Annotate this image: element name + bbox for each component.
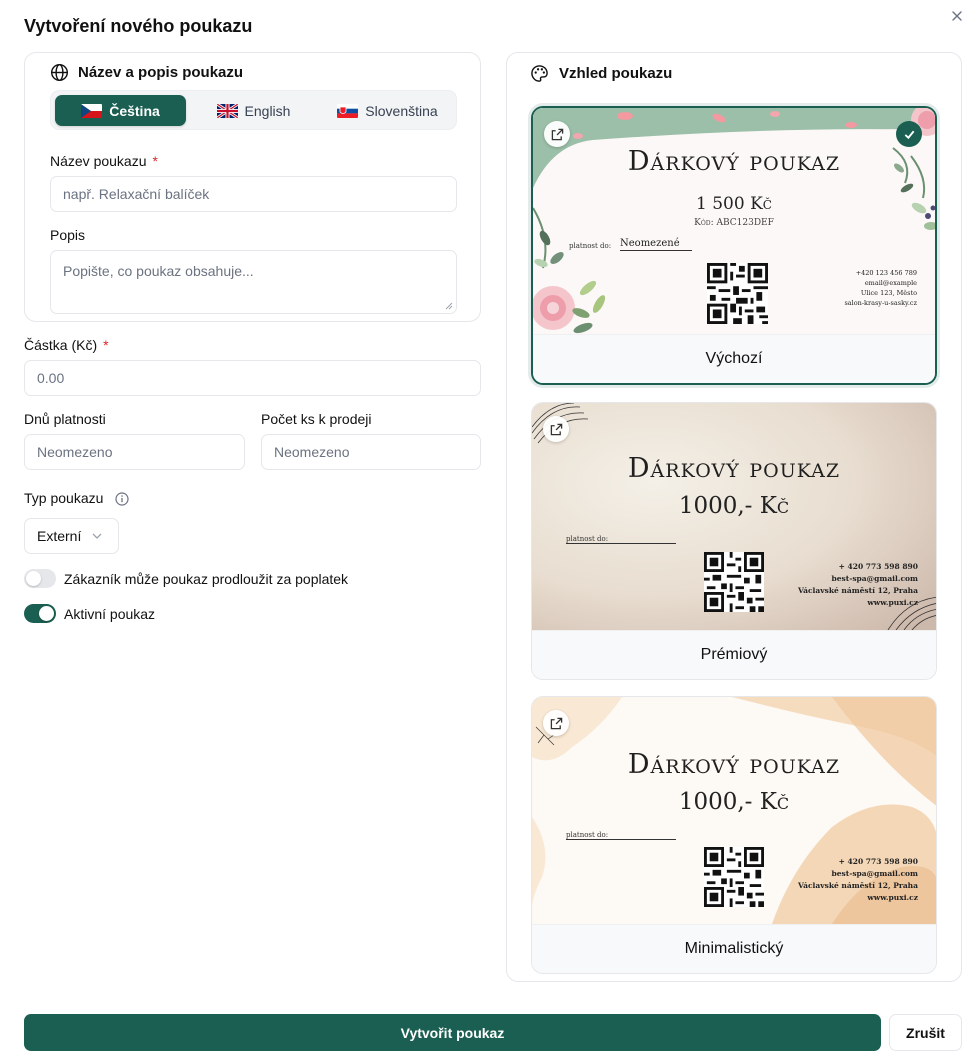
voucher-title: Dárkový poukaz bbox=[627, 146, 841, 177]
template-card-premium[interactable]: Dárkový poukaz 1000,- Kč platnost do: + … bbox=[531, 402, 937, 680]
validity-input[interactable]: Neomezeno bbox=[24, 434, 245, 470]
amount-label: Částka (Kč) * bbox=[24, 337, 109, 353]
template-preview-premium: Dárkový poukaz 1000,- Kč platnost do: + … bbox=[532, 403, 936, 630]
name-section-title: Název a popis poukazu bbox=[78, 64, 244, 81]
extend-toggle-row: Zákazník může poukaz prodloužit za popla… bbox=[24, 569, 348, 588]
close-icon[interactable] bbox=[949, 9, 965, 25]
name-section-header: Název a popis poukazu bbox=[50, 63, 243, 82]
open-preview-default-icon[interactable] bbox=[544, 121, 570, 147]
qr-code-icon bbox=[704, 552, 764, 612]
language-tabs: Čeština English Slovenština bbox=[50, 90, 457, 130]
template-preview-minimal: Dárkový poukaz 1000,- Kč platnost do: + … bbox=[532, 697, 936, 924]
valid-until-label: platnost do: bbox=[566, 831, 676, 840]
create-voucher-button[interactable]: Vytvořit poukaz bbox=[24, 1014, 881, 1051]
look-section-header: Vzhled poukazu bbox=[530, 64, 672, 83]
selected-check-icon bbox=[896, 121, 922, 147]
template-card-default[interactable]: Dárkový poukaz 1 500 Kč Kód: ABC123DEF p… bbox=[531, 106, 937, 385]
tab-english[interactable]: English bbox=[188, 95, 319, 126]
active-toggle[interactable] bbox=[24, 604, 56, 623]
template-name-minimal: Minimalistický bbox=[532, 924, 936, 973]
tab-cestina-label: Čeština bbox=[109, 102, 160, 119]
description-placeholder: Popište, co poukaz obsahuje... bbox=[63, 263, 254, 279]
active-toggle-label: Aktivní poukaz bbox=[64, 605, 156, 622]
voucher-contact: + 420 773 598 890 best-spa@gmail.com Vác… bbox=[797, 562, 918, 607]
info-icon[interactable] bbox=[115, 492, 129, 506]
template-card-minimal[interactable]: Dárkový poukaz 1000,- Kč platnost do: + … bbox=[531, 696, 937, 974]
valid-until-label: platnost do: bbox=[569, 242, 612, 250]
globe-icon bbox=[50, 63, 69, 82]
validity-label: Dnů platnosti bbox=[24, 411, 106, 427]
count-input[interactable]: Neomezeno bbox=[261, 434, 481, 470]
amount-input[interactable]: 0.00 bbox=[24, 360, 481, 396]
type-label: Typ poukazu bbox=[24, 490, 129, 506]
template-preview-default: Dárkový poukaz 1 500 Kč Kód: ABC123DEF p… bbox=[533, 108, 935, 334]
voucher-contact: +420 123 456 789 email@example Ulice 123… bbox=[844, 269, 917, 307]
resize-handle-icon[interactable] bbox=[445, 302, 453, 310]
count-label: Počet ks k prodeji bbox=[261, 411, 372, 427]
voucher-title: Dárkový poukaz bbox=[627, 749, 841, 780]
tab-cestina[interactable]: Čeština bbox=[55, 95, 186, 126]
voucher-amount: 1000,- Kč bbox=[678, 493, 790, 519]
dialog-title: Vytvoření nového poukazu bbox=[24, 16, 253, 36]
voucher-contact: + 420 773 598 890 best-spa@gmail.com Vác… bbox=[797, 857, 918, 902]
cancel-button[interactable]: Zrušit bbox=[889, 1014, 962, 1051]
type-select[interactable]: Externí bbox=[24, 518, 119, 554]
gb-flag-icon bbox=[216, 103, 238, 118]
template-name-default: Výchozí bbox=[533, 334, 935, 383]
tab-slovenstina-label: Slovenština bbox=[365, 102, 438, 119]
extend-toggle[interactable] bbox=[24, 569, 56, 588]
extend-toggle-label: Zákazník může poukaz prodloužit za popla… bbox=[64, 570, 349, 587]
cz-flag-icon bbox=[81, 103, 103, 118]
look-section-title: Vzhled poukazu bbox=[559, 65, 673, 82]
type-select-value: Externí bbox=[37, 528, 82, 544]
valid-until-label: platnost do: bbox=[566, 535, 676, 544]
tab-slovenstina[interactable]: Slovenština bbox=[321, 95, 454, 126]
name-description-card: Název a popis poukazu Čeština English Sl… bbox=[24, 52, 481, 322]
template-name-premium: Prémiový bbox=[532, 630, 936, 679]
description-textarea[interactable]: Popište, co poukaz obsahuje... bbox=[50, 250, 457, 314]
qr-code-icon bbox=[704, 847, 764, 907]
voucher-look-panel: Vzhled poukazu Dárkový poukaz 1 500 Kč K… bbox=[506, 52, 962, 982]
qr-code-icon bbox=[707, 263, 768, 324]
valid-until-value: Neomezené bbox=[620, 238, 692, 251]
voucher-amount: 1000,- Kč bbox=[678, 789, 790, 815]
sk-flag-icon bbox=[337, 103, 359, 118]
voucher-code: Kód: ABC123DEF bbox=[694, 218, 774, 228]
voucher-amount: 1 500 Kč bbox=[696, 194, 772, 214]
voucher-name-label: Název poukazu * bbox=[50, 153, 158, 169]
open-preview-minimal-icon[interactable] bbox=[543, 710, 569, 736]
palette-icon bbox=[531, 65, 548, 82]
voucher-name-input[interactable]: např. Relaxační balíček bbox=[50, 176, 457, 212]
voucher-title: Dárkový poukaz bbox=[627, 453, 841, 484]
open-preview-premium-icon[interactable] bbox=[543, 416, 569, 442]
description-label: Popis bbox=[50, 227, 86, 243]
active-toggle-row: Aktivní poukaz bbox=[24, 604, 155, 623]
tab-english-label: English bbox=[244, 102, 291, 119]
chevron-down-icon bbox=[92, 533, 102, 539]
